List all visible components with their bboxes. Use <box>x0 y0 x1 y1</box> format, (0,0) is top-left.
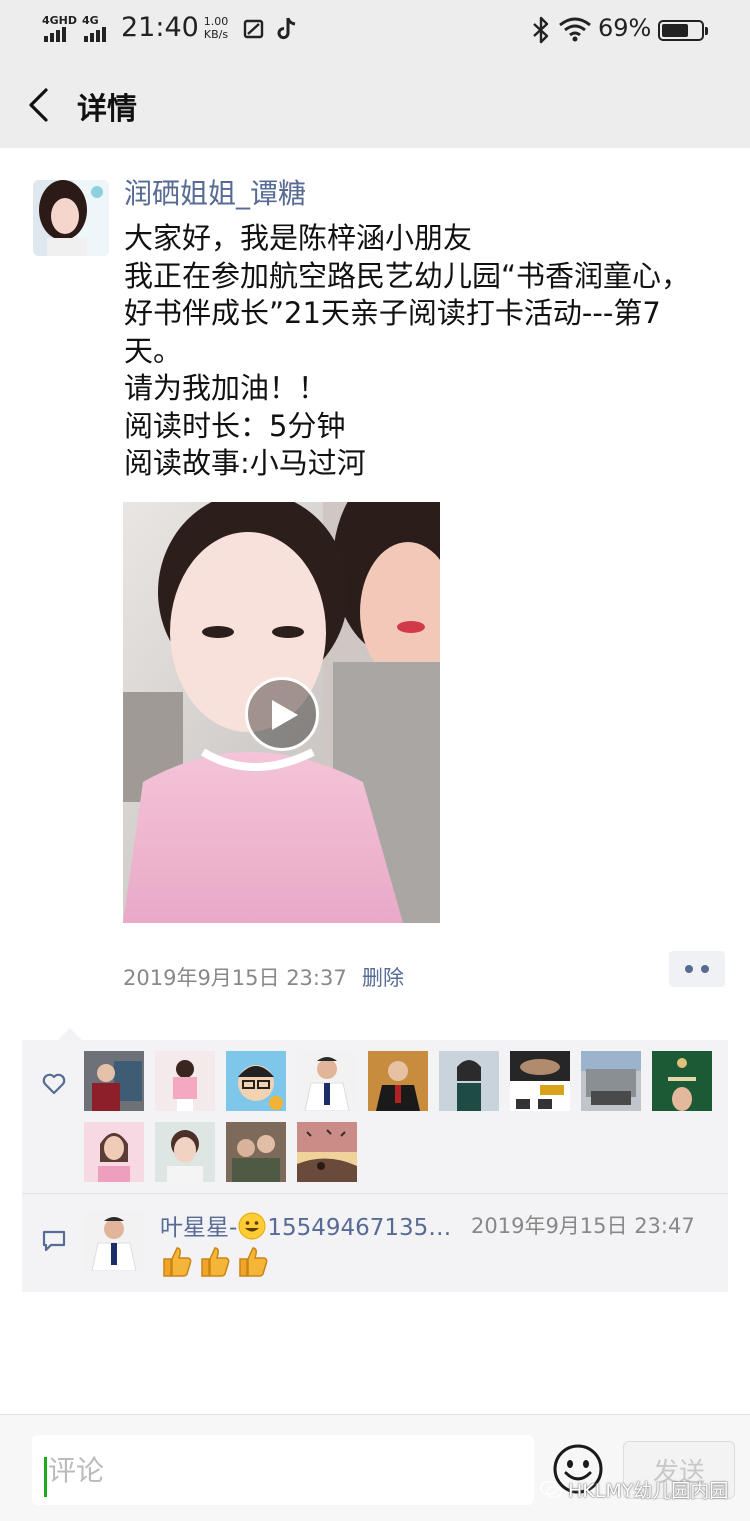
thumbs-up-emoji-icon <box>201 1247 230 1277</box>
comment-input[interactable] <box>32 1435 534 1505</box>
liker-avatar[interactable] <box>84 1122 144 1182</box>
wechat-icon <box>540 1480 562 1498</box>
liker-avatar[interactable] <box>297 1122 357 1182</box>
divider <box>22 1193 728 1194</box>
play-button[interactable] <box>245 677 319 751</box>
post-line: 请为我加油！！ <box>124 371 328 405</box>
heart-icon <box>42 1073 66 1095</box>
signal-2-icon: 4G <box>82 14 114 42</box>
dot-icon <box>701 965 709 973</box>
liker-avatar[interactable] <box>226 1122 286 1182</box>
title-bar: 详情 <box>0 62 750 148</box>
post-line: 阅读故事:小马过河 <box>124 446 366 480</box>
screenshot-icon <box>243 19 264 39</box>
status-bar: 4GHD 4G 21:40 1.00 KB/s 69% <box>0 0 750 62</box>
thumbs-up-emoji-icon <box>163 1247 192 1277</box>
tiktok-icon <box>277 17 296 40</box>
bluetooth-icon <box>533 16 549 44</box>
battery-fill <box>662 24 688 37</box>
liker-avatar[interactable] <box>155 1051 215 1111</box>
commenter-name-suffix: 15549467135… <box>267 1215 452 1241</box>
post-line: 阅读时长：5分钟 <box>124 408 346 443</box>
liker-avatar[interactable] <box>439 1051 499 1111</box>
net-speed-value: 1.00 <box>203 15 229 28</box>
liker-avatar[interactable] <box>652 1051 712 1111</box>
battery-percent: 69% <box>598 14 652 42</box>
liker-avatar[interactable] <box>155 1122 215 1182</box>
clock: 21:40 <box>121 12 199 43</box>
battery-icon <box>658 20 708 41</box>
text-cursor <box>44 1457 47 1497</box>
watermark-text: HKLMY幼儿园内园 <box>568 1480 729 1502</box>
post-line: 我正在参加航空路民艺幼儿园“书香润童心，好书伴成长”21天亲子阅读打卡活动---… <box>124 258 691 368</box>
play-icon <box>272 700 298 730</box>
liker-avatar[interactable] <box>226 1051 286 1111</box>
net-speed-unit: KB/s <box>203 28 229 41</box>
author-name[interactable]: 润硒姐姐_谭糖 <box>124 172 306 212</box>
grin-emoji-icon <box>238 1212 266 1240</box>
back-arrow-icon <box>29 88 48 122</box>
commenter-name[interactable]: 叶星星- 15549467135… <box>160 1208 451 1242</box>
interaction-panel: 叶星星- 15549467135… 2019年9月15日 23:47 <box>22 1028 728 1292</box>
comment-timestamp: 2019年9月15日 23:47 <box>471 1214 695 1238</box>
liker-avatar[interactable] <box>297 1051 357 1111</box>
liker-avatar[interactable] <box>84 1051 144 1111</box>
wifi-icon <box>559 17 591 42</box>
commenter-name-prefix: 叶星星- <box>160 1215 238 1241</box>
signal-1-label: 4GHD <box>42 14 78 27</box>
delete-link[interactable]: 删除 <box>362 962 404 992</box>
comment-input-bar: 发送 <box>0 1414 750 1521</box>
author-avatar[interactable] <box>33 180 109 256</box>
network-speed: 1.00 KB/s <box>200 15 232 41</box>
more-actions-button[interactable] <box>669 951 725 987</box>
thumbs-up-emoji-icon <box>239 1247 268 1277</box>
dot-icon <box>685 965 693 973</box>
signal-2-label: 4G <box>82 14 99 27</box>
comment-content <box>160 1245 270 1279</box>
liker-avatar[interactable] <box>581 1051 641 1111</box>
post-timestamp: 2019年9月15日 23:37 <box>123 966 347 990</box>
post-text: 大家好，我是陈梓涵小朋友 我正在参加航空路民艺幼儿园“书香润童心，好书伴成长”2… <box>124 220 714 483</box>
liker-avatar[interactable] <box>368 1051 428 1111</box>
watermark: HKLMY幼儿园内园 <box>540 1476 728 1503</box>
video-thumbnail[interactable] <box>123 502 440 923</box>
liker-avatar[interactable] <box>510 1051 570 1111</box>
page-title: 详情 <box>77 92 137 127</box>
back-button[interactable] <box>22 84 62 126</box>
commenter-avatar[interactable] <box>84 1211 144 1271</box>
signal-1-icon: 4GHD <box>42 14 78 42</box>
post-line: 大家好，我是陈梓涵小朋友 <box>124 221 473 255</box>
comment-icon <box>42 1230 66 1252</box>
